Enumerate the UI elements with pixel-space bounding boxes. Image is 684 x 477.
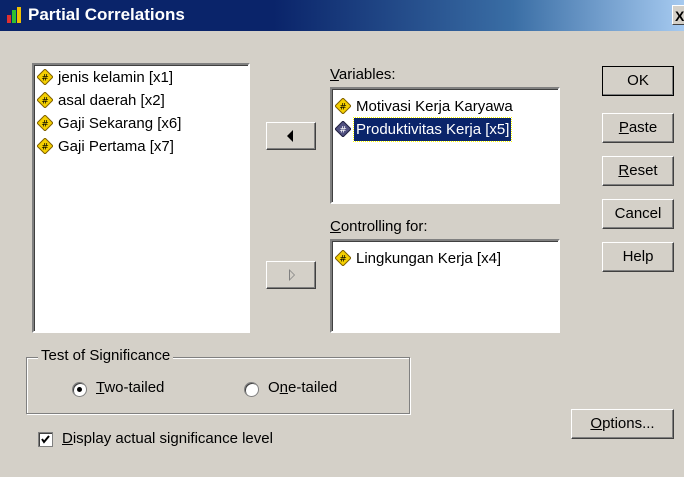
help-button[interactable]: Help bbox=[602, 242, 674, 272]
radio-unselected bbox=[244, 382, 259, 397]
scale-variable-icon: # bbox=[335, 250, 351, 266]
display-actual-significance-checkbox[interactable]: Display actual significance level bbox=[38, 430, 338, 450]
scale-variable-icon: # bbox=[37, 138, 53, 154]
checkbox bbox=[38, 432, 53, 447]
list-item-selected[interactable]: # Produktivitas Kerja [x5] bbox=[332, 117, 558, 142]
list-item[interactable]: # Motivasi Kerja Karyawa bbox=[332, 95, 558, 118]
controlling-for-list[interactable]: # Lingkungan Kerja [x4] bbox=[330, 239, 560, 333]
svg-text:#: # bbox=[41, 74, 49, 84]
test-of-significance-legend: Test of Significance bbox=[38, 347, 174, 364]
right-arrow-icon bbox=[289, 269, 295, 281]
options-button[interactable]: Options... bbox=[571, 409, 674, 439]
svg-text:#: # bbox=[41, 143, 49, 153]
source-variable-list[interactable]: # jenis kelamin [x1] # asal daerah [x2] … bbox=[32, 63, 250, 333]
list-item-label: Gaji Pertama [x7] bbox=[58, 138, 174, 155]
scale-variable-icon: # bbox=[37, 69, 53, 85]
variables-label: Variables: bbox=[330, 66, 396, 83]
move-to-variables-button[interactable] bbox=[266, 122, 316, 150]
list-item[interactable]: # Gaji Pertama [x7] bbox=[34, 135, 248, 158]
title-bar: Partial Correlations X bbox=[0, 0, 684, 31]
left-arrow-icon bbox=[287, 130, 293, 142]
variables-list[interactable]: # Motivasi Kerja Karyawa # Produktivitas… bbox=[330, 87, 560, 204]
scale-variable-icon: # bbox=[37, 92, 53, 108]
list-item-label: Gaji Sekarang [x6] bbox=[58, 115, 182, 132]
ok-button[interactable]: OK bbox=[602, 66, 674, 96]
app-icon bbox=[7, 7, 21, 23]
svg-text:#: # bbox=[339, 255, 347, 265]
close-icon: X bbox=[675, 8, 684, 24]
svg-text:#: # bbox=[41, 120, 49, 130]
svg-text:#: # bbox=[339, 126, 347, 136]
scale-variable-icon: # bbox=[335, 98, 351, 114]
move-to-controlling-button[interactable] bbox=[266, 261, 316, 289]
list-item[interactable]: # jenis kelamin [x1] bbox=[34, 66, 248, 89]
list-item[interactable]: # Gaji Sekarang [x6] bbox=[34, 112, 248, 135]
controlling-for-label: Controlling for: bbox=[330, 218, 428, 235]
paste-button[interactable]: Paste bbox=[602, 113, 674, 143]
one-tailed-radio[interactable]: One-tailed bbox=[244, 379, 374, 399]
window-title: Partial Correlations bbox=[28, 5, 185, 24]
radio-selected bbox=[72, 382, 87, 397]
list-item-label: jenis kelamin [x1] bbox=[58, 69, 174, 86]
cancel-button[interactable]: Cancel bbox=[602, 199, 674, 229]
svg-text:#: # bbox=[41, 97, 49, 107]
list-item-label: asal daerah [x2] bbox=[58, 92, 165, 109]
scale-variable-icon: # bbox=[37, 115, 53, 131]
svg-text:#: # bbox=[339, 103, 347, 113]
list-item-label: Produktivitas Kerja [x5] bbox=[352, 117, 513, 142]
list-item[interactable]: # asal daerah [x2] bbox=[34, 89, 248, 112]
two-tailed-radio[interactable]: Two-tailed bbox=[72, 379, 202, 399]
close-button[interactable]: X bbox=[672, 5, 684, 25]
reset-button[interactable]: Reset bbox=[602, 156, 674, 186]
list-item[interactable]: # Lingkungan Kerja [x4] bbox=[332, 247, 558, 270]
check-icon bbox=[41, 435, 50, 444]
list-item-label: Motivasi Kerja Karyawa bbox=[356, 98, 513, 115]
list-item-label: Lingkungan Kerja [x4] bbox=[356, 250, 502, 267]
scale-variable-icon: # bbox=[335, 121, 351, 137]
